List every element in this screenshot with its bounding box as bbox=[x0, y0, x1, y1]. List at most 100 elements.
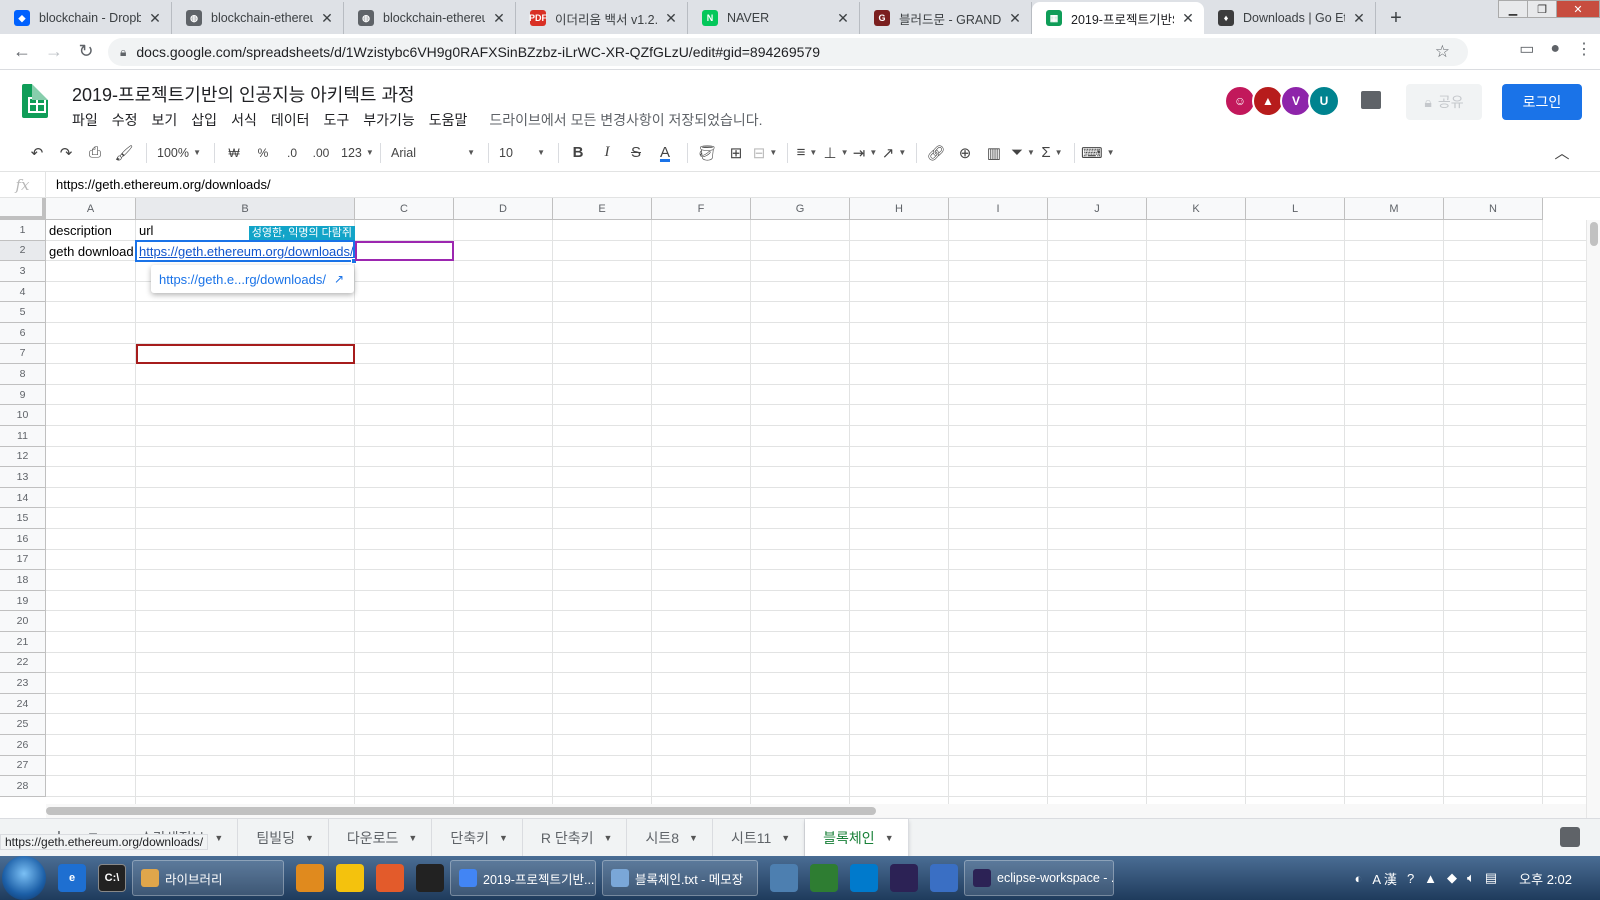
open-external-icon[interactable]: ↗ bbox=[334, 272, 344, 286]
row-header[interactable]: 9 bbox=[0, 384, 46, 406]
row-header[interactable]: 4 bbox=[0, 281, 46, 303]
horizontal-align-icon[interactable]: ≡ ▼ bbox=[794, 140, 820, 166]
bookmark-star-icon[interactable]: ☆ bbox=[1435, 42, 1450, 62]
browser-tab[interactable]: ▦ 2019-프로젝트기반S ✕ bbox=[1032, 2, 1204, 34]
cmd-icon[interactable]: C:\ bbox=[98, 864, 126, 892]
new-tab-icon[interactable]: + bbox=[1382, 4, 1410, 32]
explore-icon[interactable] bbox=[1560, 827, 1580, 847]
chevron-down-icon[interactable]: ▼ bbox=[305, 833, 314, 843]
browser-tab[interactable]: G 블러드문 - GRAND ✕ bbox=[860, 2, 1032, 34]
input-tools-icon[interactable]: ⌨ ▼ bbox=[1081, 140, 1115, 166]
column-header[interactable]: B bbox=[136, 198, 355, 220]
fill-color-icon[interactable]: 🪣︎ bbox=[694, 140, 720, 166]
chevron-down-icon[interactable]: ▼ bbox=[689, 833, 698, 843]
italic-button[interactable]: I bbox=[594, 140, 620, 166]
save-status[interactable]: 드라이브에서 모든 변경사항이 저장되었습니다. bbox=[489, 110, 762, 130]
close-tab-icon[interactable]: ✕ bbox=[147, 10, 163, 27]
row-header[interactable]: 22 bbox=[0, 652, 46, 674]
ime-indicator[interactable]: A 漢 bbox=[1372, 869, 1397, 888]
pinned-app-icon[interactable] bbox=[810, 864, 838, 892]
font-size-select[interactable]: 10 ▼ bbox=[495, 140, 549, 166]
pinned-app-icon[interactable] bbox=[930, 864, 958, 892]
taskbar-item[interactable]: 2019-프로젝트기반... bbox=[450, 860, 596, 896]
column-header[interactable]: N bbox=[1444, 198, 1543, 220]
column-header[interactable]: F bbox=[652, 198, 751, 220]
sheet-tab[interactable]: 블록체인 ▼ bbox=[805, 818, 909, 857]
percent-format-button[interactable]: % bbox=[250, 140, 276, 166]
row-header[interactable]: 12 bbox=[0, 446, 46, 468]
pinned-app-icon[interactable] bbox=[850, 864, 878, 892]
sheet-tab[interactable]: 팀빌딩 ▼ bbox=[238, 818, 329, 857]
row-header[interactable]: 20 bbox=[0, 611, 46, 632]
pinned-app-icon[interactable] bbox=[296, 864, 324, 892]
cell-a1[interactable]: description bbox=[46, 220, 136, 241]
menu-item[interactable]: 파일 bbox=[72, 110, 98, 130]
row-header[interactable]: 17 bbox=[0, 549, 46, 571]
cell-a2[interactable]: geth download bbox=[46, 241, 136, 262]
column-header[interactable]: D bbox=[454, 198, 553, 220]
borders-icon[interactable]: ⊞ bbox=[723, 140, 749, 166]
cast-icon[interactable]: ▭ bbox=[1519, 39, 1534, 59]
undo-icon[interactable]: ↶ bbox=[24, 140, 50, 166]
horizontal-scrollbar[interactable] bbox=[46, 804, 1586, 818]
column-header[interactable]: K bbox=[1147, 198, 1246, 220]
taskbar-item[interactable]: 블록체인.txt - 메모장 bbox=[602, 860, 758, 896]
close-window-icon[interactable]: ✕ bbox=[1556, 0, 1600, 18]
functions-icon[interactable]: Σ ▼ bbox=[1039, 140, 1065, 166]
link-preview-text[interactable]: https://geth.e...rg/downloads/ bbox=[159, 272, 326, 287]
language-bar-icon[interactable]: ◐ bbox=[1355, 871, 1363, 886]
zoom-select[interactable]: 100% ▼ bbox=[153, 140, 205, 166]
menu-item[interactable]: 수정 bbox=[112, 110, 138, 130]
bold-button[interactable]: B bbox=[565, 140, 591, 166]
merge-cells-icon[interactable]: ⊟ ▼ bbox=[752, 140, 778, 166]
column-header[interactable]: I bbox=[949, 198, 1048, 220]
maximize-icon[interactable]: ❐ bbox=[1527, 0, 1557, 18]
filter-icon[interactable]: ⏷ ▼ bbox=[1010, 140, 1036, 166]
terminal-icon[interactable] bbox=[416, 864, 444, 892]
more-formats-select[interactable]: 123 ▼ bbox=[337, 140, 374, 166]
insert-comment-icon[interactable]: ⊕ bbox=[952, 140, 978, 166]
column-header[interactable]: M bbox=[1345, 198, 1444, 220]
avatar[interactable]: U bbox=[1308, 85, 1340, 117]
document-title[interactable]: 2019-프로젝트기반의 인공지능 아키텍트 과정 bbox=[72, 81, 415, 107]
sheet-tab[interactable]: R 단축키 ▼ bbox=[523, 818, 628, 857]
taskbar-item[interactable]: 라이브러리 bbox=[132, 860, 284, 896]
menu-item[interactable]: 부가기능 bbox=[363, 110, 415, 130]
row-header[interactable]: 8 bbox=[0, 364, 46, 385]
reload-icon[interactable]: ↻ bbox=[70, 41, 102, 62]
network-icon[interactable]: ▤ bbox=[1485, 870, 1497, 886]
menu-item[interactable]: 데이터 bbox=[271, 110, 310, 130]
chevron-down-icon[interactable]: ▼ bbox=[781, 833, 790, 843]
row-header[interactable]: 6 bbox=[0, 323, 46, 344]
close-tab-icon[interactable]: ✕ bbox=[491, 10, 507, 27]
browser-tab[interactable]: ◍ blockchain-ethereum ✕ bbox=[344, 2, 516, 34]
print-icon[interactable]: ⎙ bbox=[82, 140, 108, 166]
sheet-tab[interactable]: 단축키 ▼ bbox=[432, 818, 523, 857]
currency-format-button[interactable]: ₩ bbox=[221, 140, 247, 166]
row-header[interactable]: 27 bbox=[0, 755, 46, 777]
row-header[interactable]: 1 bbox=[0, 220, 46, 241]
insert-chart-icon[interactable]: ▥ bbox=[981, 140, 1007, 166]
chevron-down-icon[interactable]: ▼ bbox=[214, 833, 223, 843]
row-header[interactable]: 5 bbox=[0, 302, 46, 323]
clock[interactable]: 오후 2:02 bbox=[1519, 869, 1572, 888]
pinned-app-icon[interactable] bbox=[890, 864, 918, 892]
row-header[interactable]: 11 bbox=[0, 426, 46, 447]
sheet-tab[interactable]: 시트11 ▼ bbox=[713, 818, 806, 857]
browser-tab[interactable]: ♦ Downloads | Go Eth ✕ bbox=[1204, 2, 1376, 34]
text-rotation-icon[interactable]: ↗ ▼ bbox=[881, 140, 907, 166]
close-tab-icon[interactable]: ✕ bbox=[663, 10, 679, 27]
menu-item[interactable]: 도움말 bbox=[429, 110, 468, 130]
chevron-down-icon[interactable]: ▼ bbox=[604, 833, 613, 843]
row-header[interactable]: 16 bbox=[0, 529, 46, 550]
pinned-app-icon[interactable] bbox=[336, 864, 364, 892]
row-header[interactable]: 15 bbox=[0, 508, 46, 529]
menu-item[interactable]: 서식 bbox=[231, 110, 257, 130]
column-header[interactable]: E bbox=[553, 198, 652, 220]
row-header[interactable]: 23 bbox=[0, 673, 46, 694]
row-header[interactable]: 2 bbox=[0, 240, 46, 262]
start-button[interactable] bbox=[2, 856, 46, 900]
sheet-tab[interactable]: 시트8 ▼ bbox=[627, 818, 713, 857]
vertical-align-icon[interactable]: ⊥ ▼ bbox=[823, 140, 849, 166]
close-tab-icon[interactable]: ✕ bbox=[1007, 10, 1023, 27]
